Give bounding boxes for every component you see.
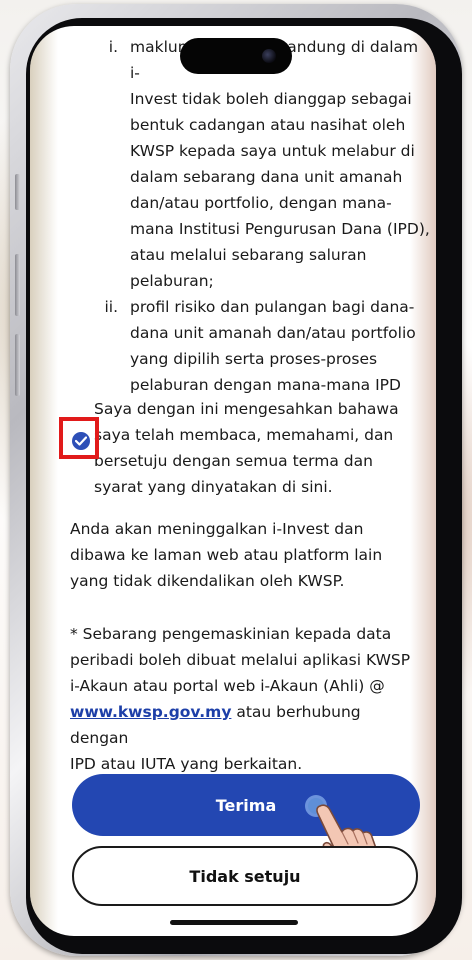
decline-button-label: Tidak setuju xyxy=(189,866,301,886)
highlight-annotation-box xyxy=(59,417,99,459)
consent-line: syarat yang dinyatakan di sini. xyxy=(94,478,333,496)
list-item-number: i. xyxy=(108,38,118,56)
list-item-line: profil risiko dan pulangan bagi dana- xyxy=(130,298,415,316)
list-item-line: dalam sebarang dana unit amanah xyxy=(130,168,403,186)
update-notice-line: * Sebarang pengemaskinian kepada data xyxy=(70,625,392,643)
decline-button[interactable]: Tidak setuju xyxy=(72,846,418,906)
phone-screen: i. maklumat yang terkandung di dalam i- … xyxy=(30,26,436,936)
list-item-line: atau melalui sebarang saluran xyxy=(130,246,367,264)
leaving-notice-line: yang tidak dikendalikan oleh KWSP. xyxy=(70,572,345,590)
disclaimer-list: i. maklumat yang terkandung di dalam i- … xyxy=(80,34,432,398)
consent-line: saya telah membaca, memahami, dan xyxy=(94,426,394,444)
volume-down-button xyxy=(15,334,20,396)
list-item-line: yang dipilih serta proses-proses xyxy=(130,350,378,368)
list-item-line: mana Institusi Pengurusan Dana (IPD), xyxy=(130,220,430,238)
volume-up-button xyxy=(15,254,20,316)
background-edge-left xyxy=(30,26,58,936)
list-item-line: KWSP kepada saya untuk melabur di xyxy=(130,142,415,160)
list-item-line: pelaburan; xyxy=(130,272,214,290)
update-notice-line: i-Akaun atau portal web i-Akaun (Ahli) @ xyxy=(70,677,385,695)
kwsp-website-link[interactable]: www.kwsp.gov.my xyxy=(70,703,231,721)
consent-line: Saya dengan ini mengesahkan bahawa xyxy=(94,400,399,418)
update-notice-line: peribadi boleh dibuat melalui aplikasi K… xyxy=(70,651,411,669)
list-item-line: bentuk cadangan atau nasihat oleh xyxy=(130,116,406,134)
list-item-line: Invest tidak boleh dianggap sebagai xyxy=(130,90,412,108)
leaving-notice-line: Anda akan meninggalkan i-Invest dan xyxy=(70,520,364,538)
list-item-number: ii. xyxy=(104,298,118,316)
consent-checkbox-row[interactable]: Saya dengan ini mengesahkan bahawa saya … xyxy=(59,396,410,500)
accept-button-label: Terima xyxy=(215,795,277,815)
leaving-notice: Anda akan meninggalkan i-Invest dan diba… xyxy=(70,516,414,594)
dynamic-island xyxy=(180,38,292,74)
leaving-notice-line: dibawa ke laman web atau platform lain xyxy=(70,546,383,564)
update-notice: * Sebarang pengemaskinian kepada data pe… xyxy=(70,621,414,777)
mute-switch xyxy=(15,174,20,210)
home-indicator[interactable] xyxy=(170,920,298,925)
list-item: ii. profil risiko dan pulangan bagi dana… xyxy=(80,294,432,398)
camera-icon xyxy=(262,49,276,63)
list-item-line: dana unit amanah dan/atau portfolio xyxy=(130,324,416,342)
list-item-line: dan/atau portfolio, dengan mana- xyxy=(130,194,392,212)
list-item-line: pelaburan dengan mana-mana IPD xyxy=(130,376,401,394)
consent-label: Saya dengan ini mengesahkan bahawa saya … xyxy=(94,396,410,500)
consent-line: bersetuju dengan semua terma dan xyxy=(94,452,373,470)
